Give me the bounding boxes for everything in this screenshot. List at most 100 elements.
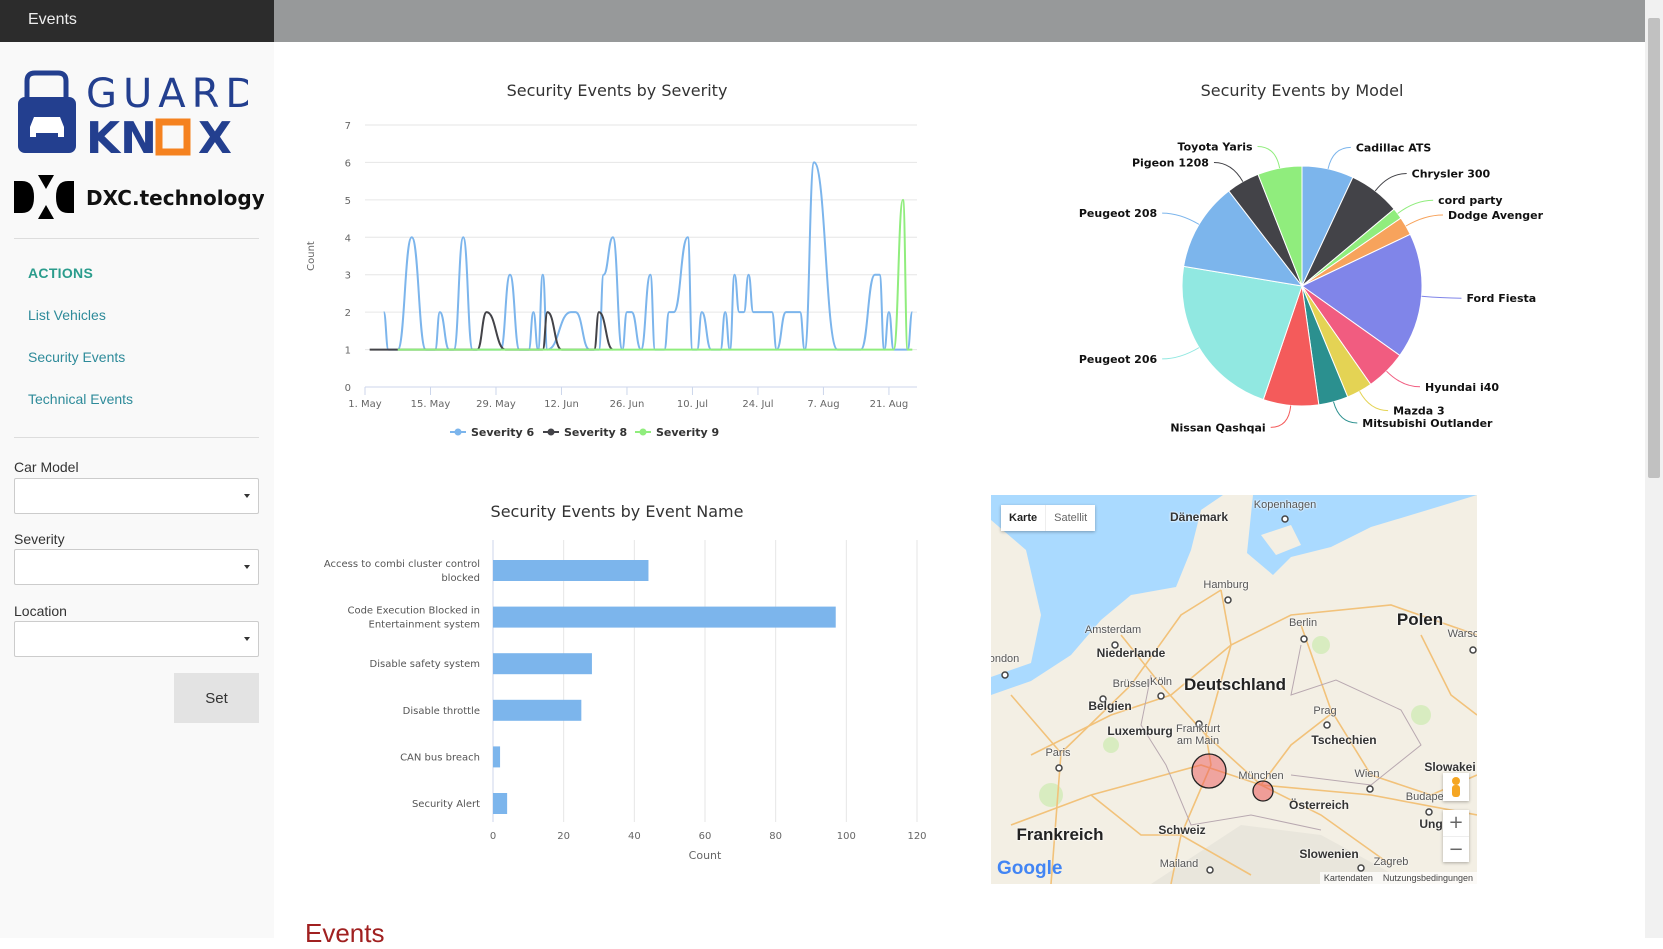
zoom-in-button[interactable]: + — [1443, 810, 1469, 836]
x-tick-label: 20 — [557, 831, 570, 842]
sidebar: GUARD KN X DXC.technology ACTIONS List V… — [0, 42, 274, 938]
severity-line-chart: 0 1 2 3 4 5 6 7 1. May 15. May 29. May 12. Jun 26. J… — [306, 121, 917, 439]
map-label: Prag — [1313, 705, 1337, 717]
pie-connector — [1333, 401, 1358, 424]
map-label: Hamburg — [1203, 579, 1249, 591]
legend-item[interactable]: Severity 9 — [656, 426, 719, 439]
map-label: Mailand — [1159, 858, 1199, 870]
location-label: Location — [14, 603, 67, 619]
car-model-label: Car Model — [14, 459, 79, 475]
legend-marker — [454, 428, 462, 436]
set-button[interactable]: Set — [174, 673, 259, 723]
map-label: Köln — [1149, 676, 1173, 688]
x-tick-label: 15. May — [411, 399, 451, 410]
map-label: Amsterdam — [1084, 624, 1142, 636]
map-label: Slowakei — [1424, 760, 1476, 774]
caret-down-icon — [244, 565, 250, 569]
divider — [14, 437, 259, 438]
pie-label: Cadillac ATS — [1356, 141, 1432, 154]
x-tick-label: 10. Jul — [677, 399, 708, 410]
x-tick-label: 80 — [769, 831, 782, 842]
map-type-karte[interactable]: Karte — [1001, 505, 1045, 531]
events-section-heading: Events — [305, 918, 385, 948]
zoom-control: + − — [1443, 810, 1469, 862]
legend-marker — [547, 428, 555, 436]
y-axis-label: Count — [306, 241, 317, 271]
pie-connector — [1257, 145, 1281, 169]
y-tick-label: 1 — [345, 346, 351, 357]
pie-connector — [1213, 161, 1244, 182]
zoom-out-button[interactable]: − — [1443, 836, 1469, 862]
scrollbar-thumb[interactable] — [1648, 18, 1660, 478]
model-chart-title: Security Events by Model — [1200, 81, 1404, 100]
pie-connector — [1397, 199, 1434, 214]
pie-label: Mazda 3 — [1393, 405, 1445, 418]
severity-label: Severity — [14, 531, 65, 547]
caret-down-icon — [244, 494, 250, 498]
svg-text:DXC.technology: DXC.technology — [86, 186, 264, 210]
map-attribution: Kartendaten Nutzungsbedingungen — [1319, 872, 1477, 884]
pie-connector — [1162, 347, 1200, 360]
bar — [493, 560, 649, 581]
event-cluster-marker — [1252, 780, 1274, 802]
location-select[interactable] — [14, 621, 259, 657]
pegman-icon[interactable] — [1443, 773, 1469, 801]
category-label: Entertainment system — [369, 620, 481, 631]
x-tick-label: 29. May — [476, 399, 516, 410]
terms-link[interactable]: Nutzungsbedingungen — [1383, 873, 1473, 883]
x-tick-label: 100 — [837, 831, 856, 842]
pie-connector — [1327, 146, 1351, 169]
pie-label: Chrysler 300 — [1412, 168, 1491, 181]
map-label: Paris — [1045, 747, 1071, 759]
y-tick-label: 4 — [345, 233, 351, 244]
bar — [493, 606, 836, 628]
category-label: Access to combi cluster control — [324, 559, 480, 570]
map-label: Berlin — [1288, 617, 1318, 629]
map-label: Zagreb — [1373, 856, 1409, 868]
map-label: Wien — [1354, 768, 1380, 780]
pie-label: Nissan Qashqai — [1170, 421, 1265, 434]
caret-down-icon — [244, 637, 250, 641]
legend-item[interactable]: Severity 8 — [564, 426, 627, 439]
map-label: Warsc — [1447, 628, 1477, 640]
y-tick-label: 6 — [345, 158, 351, 169]
page-scrollbar[interactable] — [1645, 0, 1663, 938]
pie-label: Peugeot 208 — [1079, 207, 1157, 220]
map-data-link[interactable]: Kartendaten — [1324, 873, 1373, 883]
sidebar-item-security-events[interactable]: Security Events — [28, 349, 125, 365]
pie-connector — [1386, 370, 1421, 388]
map-type-satellit[interactable]: Satellit — [1045, 505, 1095, 531]
x-tick-label: 24. Jul — [742, 399, 773, 410]
x-axis-label: Count — [689, 849, 722, 862]
sidebar-item-technical-events[interactable]: Technical Events — [28, 391, 133, 407]
x-tick-label: 120 — [907, 831, 926, 842]
svg-text:KN: KN — [86, 113, 157, 159]
pie-label: Ford Fiesta — [1466, 292, 1536, 305]
category-label: Disable safety system — [370, 659, 480, 670]
map-label: Slowenien — [1299, 847, 1359, 861]
map-label: Belgien — [1088, 699, 1132, 713]
event-location-map[interactable]: Kopenhagen Dänemark Hamburg Polen Warsc Berli… — [991, 495, 1477, 884]
bar — [493, 793, 508, 814]
legend-item[interactable]: Severity 6 — [471, 426, 534, 439]
severity-select[interactable] — [14, 549, 259, 585]
map-label: Ung — [1419, 817, 1443, 831]
x-tick-label: 1. May — [348, 399, 381, 410]
model-pie-chart: Cadillac ATS Chrysler 300 cord party Dodge … — [1079, 140, 1544, 434]
map-label: ondon — [991, 653, 1020, 665]
divider — [14, 238, 259, 239]
car-model-select[interactable] — [14, 478, 259, 514]
google-logo: Google — [997, 858, 1063, 879]
tab-events[interactable]: Events — [0, 0, 274, 42]
map-label: Österreich — [1288, 798, 1350, 812]
event-name-chart-title: Security Events by Event Name — [490, 502, 744, 521]
x-tick-label: 26. Jun — [610, 399, 645, 410]
map-type-control: Karte Satellit — [1001, 505, 1096, 531]
map-label: Deutschland — [1183, 675, 1287, 694]
category-label: CAN bus breach — [400, 752, 480, 763]
map-label: Tschechien — [1311, 733, 1377, 747]
map-label: Luxemburg — [1107, 724, 1173, 738]
event-name-bar-chart: 0 20 40 60 80 100 120 Count Access to combi clus… — [324, 540, 927, 862]
category-label: Code Execution Blocked in — [347, 606, 480, 617]
sidebar-item-list-vehicles[interactable]: List Vehicles — [28, 307, 106, 323]
